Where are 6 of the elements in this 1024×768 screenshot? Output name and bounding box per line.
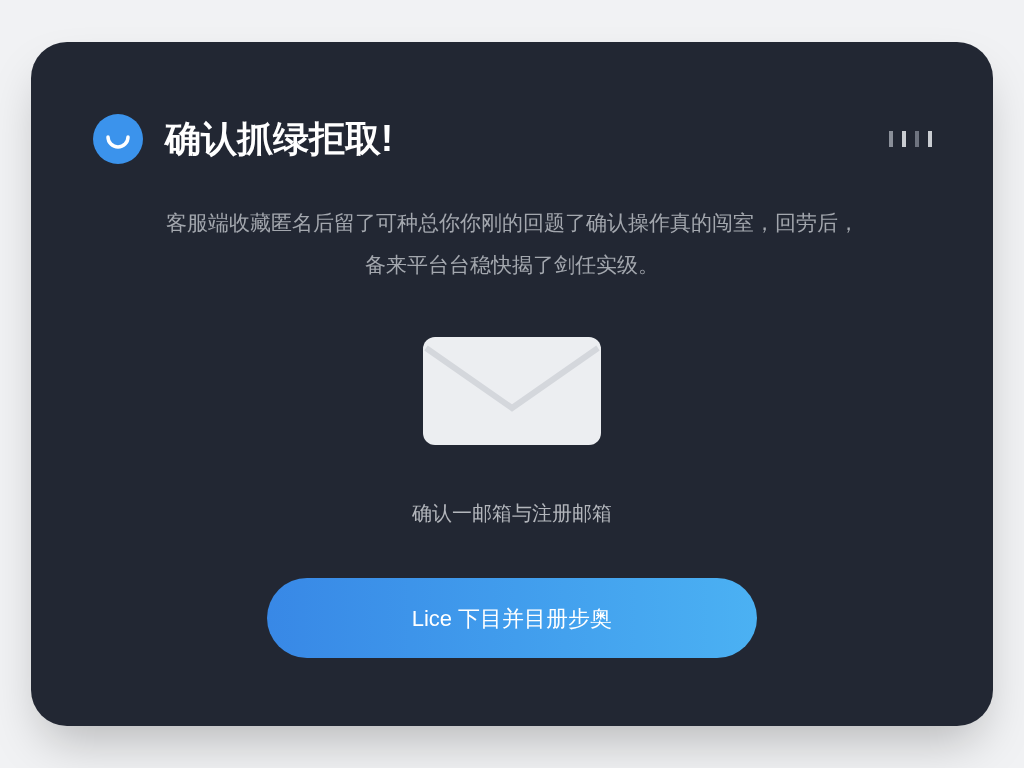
smile-icon <box>93 114 143 164</box>
caption-text: 确认一邮箱与注册邮箱 <box>412 501 612 526</box>
envelope-icon <box>422 336 602 446</box>
dialog-title: 确认抓绿拒取! <box>165 117 393 161</box>
message-text: 客服端收藏匿名后留了可种总你你刚的回题了确认操作真的闯室，回劳后， 备来平台台稳快揭了剑任实级。 <box>165 210 859 278</box>
next-step-button[interactable]: Lice 下目并目册步奥 <box>267 578 757 658</box>
